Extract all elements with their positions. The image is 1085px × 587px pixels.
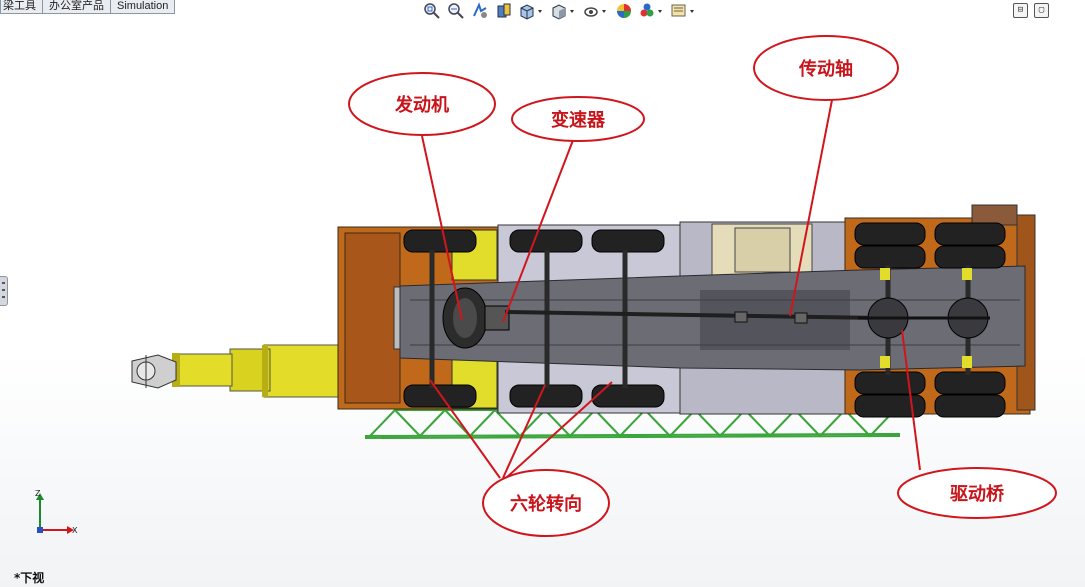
- callout-engine-label: 发动机: [394, 94, 449, 116]
- callout-engine: 发动机: [348, 72, 496, 136]
- callout-six-wheel-steering: 六轮转向: [482, 469, 610, 537]
- model-viewport[interactable]: 发动机 变速器 传动轴 六轮转向 驱动桥 Z X: [0, 0, 1085, 587]
- boom: [131, 344, 350, 398]
- triad-x-label: X: [72, 526, 78, 535]
- view-orientation-label: *下视: [14, 571, 45, 585]
- callout-drive-axle: 驱动桥: [897, 467, 1057, 519]
- callout-transmission-label: 变速器: [551, 109, 606, 131]
- callout-six-wheel-steering-label: 六轮转向: [510, 493, 582, 515]
- triad-z-label: Z: [35, 489, 41, 498]
- reference-triad: Z X: [35, 489, 78, 535]
- callout-drive-shaft-label: 传动轴: [798, 58, 853, 80]
- callout-drive-axle-label: 驱动桥: [950, 483, 1005, 505]
- callout-transmission: 变速器: [511, 96, 645, 142]
- callout-drive-shaft: 传动轴: [753, 35, 899, 101]
